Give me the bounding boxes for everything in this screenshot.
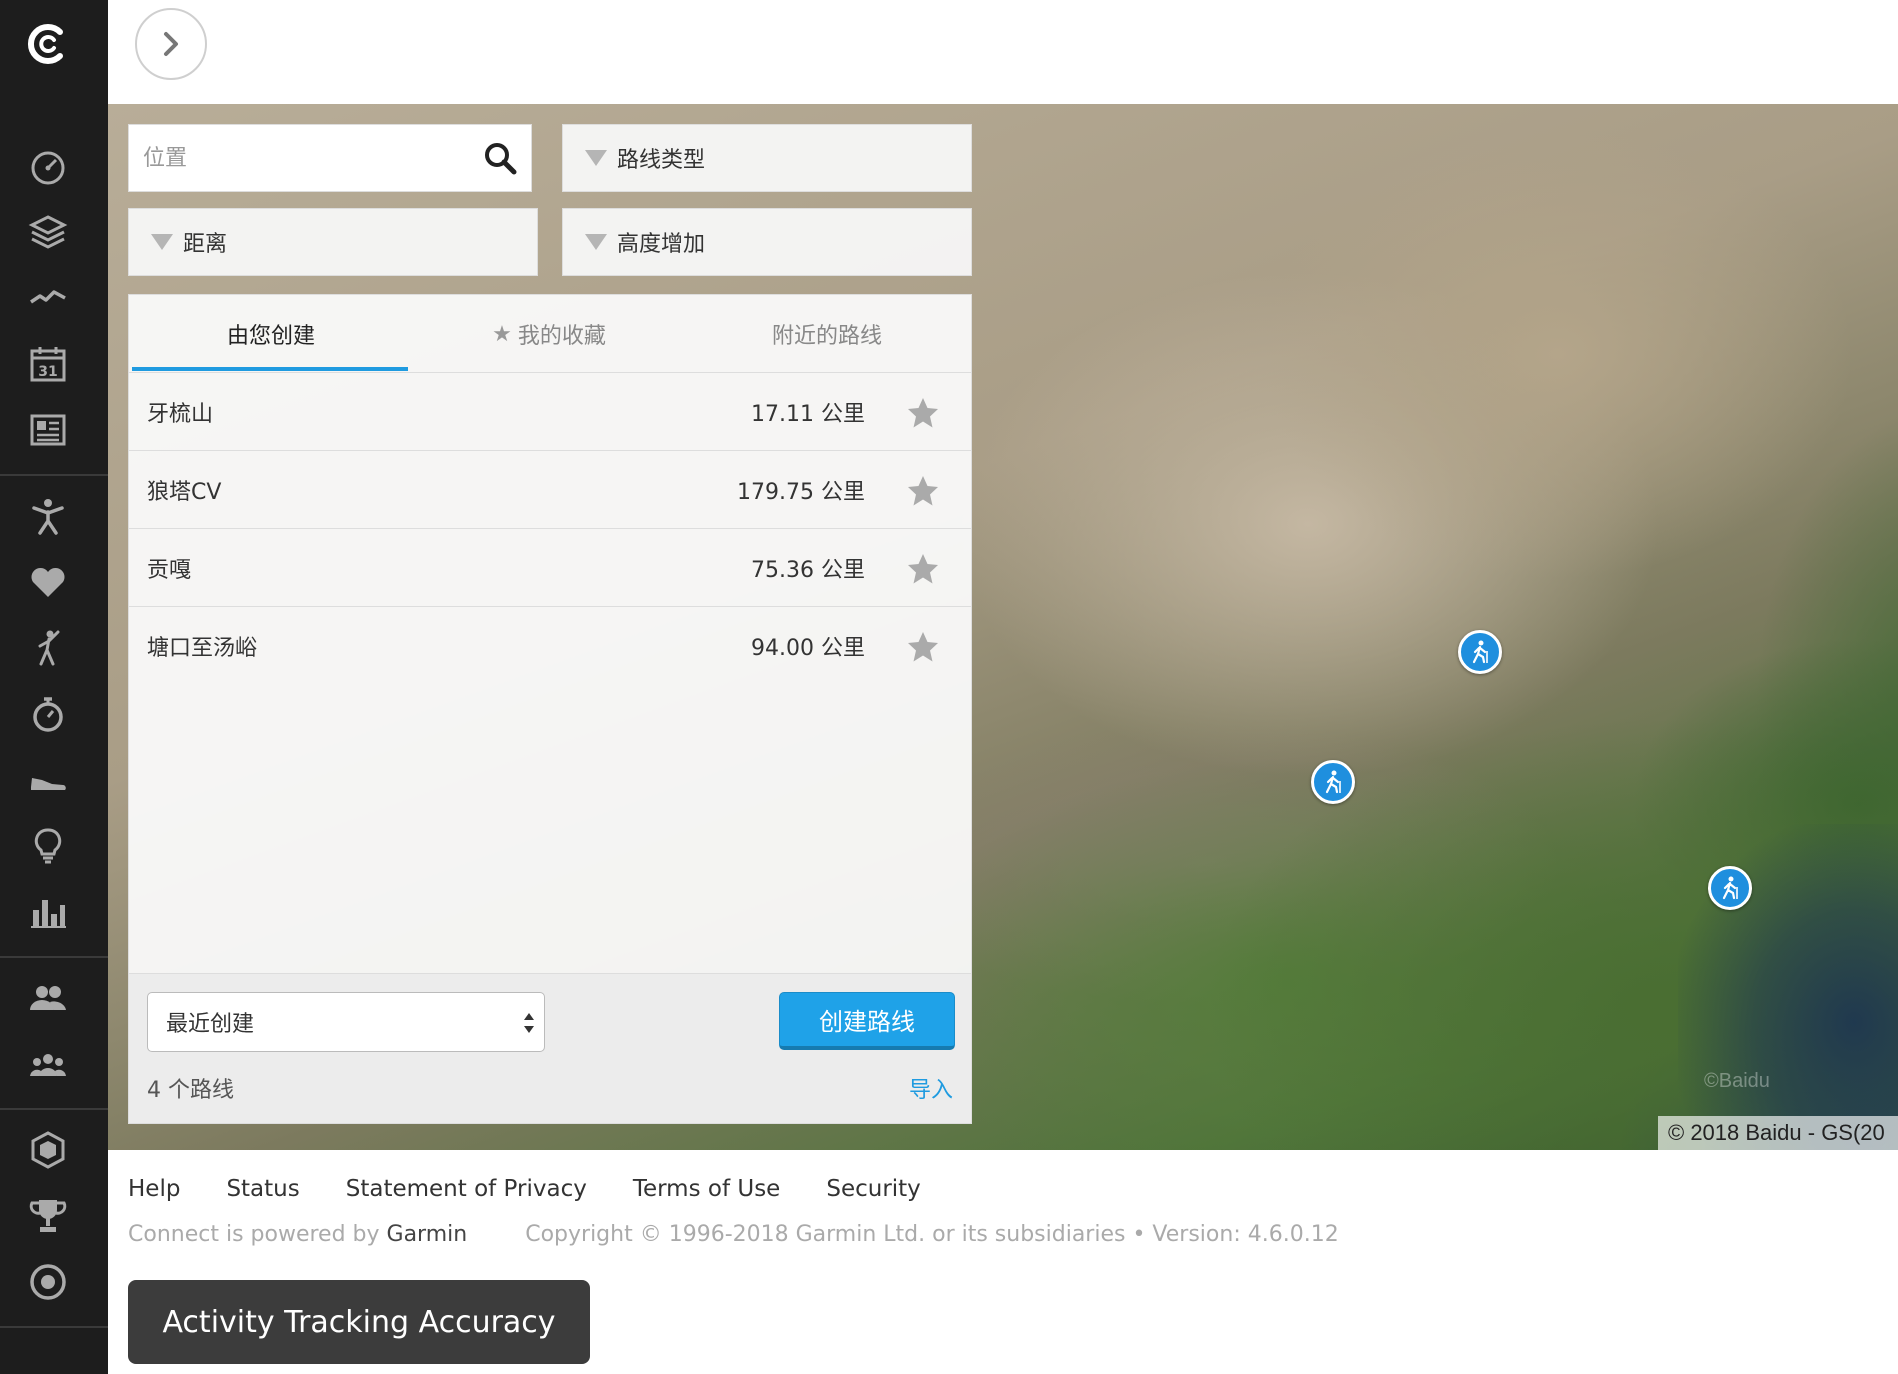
tab-label: 由您创建 bbox=[226, 324, 315, 349]
active-tab-indicator bbox=[132, 367, 408, 371]
map-sea bbox=[1678, 824, 1898, 1150]
top-bar bbox=[108, 0, 1898, 104]
sidebar-divider bbox=[0, 474, 108, 476]
route-name: 塘口至汤峪 bbox=[147, 636, 258, 661]
chevron-right-icon bbox=[164, 32, 178, 56]
tab-nearby-routes[interactable]: 附近的路线 bbox=[688, 295, 966, 373]
star-icon: ★ bbox=[492, 321, 512, 347]
footer-link-privacy[interactable]: Statement of Privacy bbox=[346, 1176, 587, 1202]
route-row[interactable]: 狼塔CV 179.75 公里 bbox=[129, 451, 971, 529]
route-type-filter-label: 路线类型 bbox=[617, 148, 706, 173]
route-row[interactable]: 塘口至汤峪 94.00 公里 bbox=[129, 607, 971, 685]
sidebar-divider bbox=[0, 956, 108, 958]
shoe-icon[interactable] bbox=[26, 758, 70, 802]
routes-panel: 由您创建 ★ 我的收藏 附近的路线 牙梳山 17.11 公里 狼塔CV 179.… bbox=[128, 294, 972, 1124]
hexagon-badge-icon[interactable] bbox=[26, 1128, 70, 1172]
garmin-link[interactable]: Garmin bbox=[387, 1222, 468, 1247]
footer-link-help[interactable]: Help bbox=[128, 1176, 180, 1202]
favorite-star-icon[interactable] bbox=[905, 629, 941, 665]
route-marker-hiking-icon[interactable] bbox=[1708, 866, 1752, 910]
sidebar: 31 bbox=[0, 0, 108, 1374]
tab-label: 我的收藏 bbox=[517, 324, 606, 349]
routes-tabs: 由您创建 ★ 我的收藏 附近的路线 bbox=[129, 295, 971, 373]
expand-sidebar-button[interactable] bbox=[135, 8, 207, 80]
footer-link-terms[interactable]: Terms of Use bbox=[633, 1176, 781, 1202]
route-distance: 179.75 公里 bbox=[737, 479, 865, 505]
route-row[interactable]: 牙梳山 17.11 公里 bbox=[129, 373, 971, 451]
person-stretch-icon[interactable] bbox=[26, 494, 70, 538]
location-search bbox=[128, 124, 532, 192]
route-name: 牙梳山 bbox=[147, 401, 214, 427]
route-marker-hiking-icon[interactable] bbox=[1311, 760, 1355, 804]
elevation-gain-filter-label: 高度增加 bbox=[617, 232, 706, 257]
footer-link-status[interactable]: Status bbox=[226, 1176, 299, 1202]
tab-label: 附近的路线 bbox=[771, 324, 882, 349]
group-icon[interactable] bbox=[26, 1042, 70, 1086]
stopwatch-icon[interactable] bbox=[26, 692, 70, 736]
target-icon[interactable] bbox=[26, 1260, 70, 1304]
map-watermark: ©Baidu bbox=[1704, 1070, 1770, 1092]
dropdown-triangle-icon bbox=[585, 150, 607, 166]
people-icon[interactable] bbox=[26, 976, 70, 1020]
route-distance: 17.11 公里 bbox=[751, 401, 865, 427]
distance-filter[interactable]: 距离 bbox=[128, 208, 538, 276]
sidebar-divider bbox=[0, 1326, 108, 1328]
tab-my-favorites[interactable]: ★ 我的收藏 bbox=[410, 295, 688, 373]
routes-panel-footer: 最近创建 创建路线 4 个路线 导入 bbox=[129, 973, 971, 1123]
location-search-input[interactable] bbox=[129, 125, 469, 191]
route-marker-hiking-icon[interactable] bbox=[1458, 630, 1502, 674]
activity-tracking-accuracy-button[interactable]: Activity Tracking Accuracy bbox=[128, 1280, 590, 1364]
lightbulb-icon[interactable] bbox=[26, 824, 70, 868]
footer-links: Help Status Statement of Privacy Terms o… bbox=[128, 1176, 967, 1202]
bar-chart-icon[interactable] bbox=[26, 890, 70, 934]
route-count: 4 个路线 bbox=[147, 1078, 234, 1103]
select-arrows-icon bbox=[524, 1013, 534, 1033]
news-icon[interactable] bbox=[26, 408, 70, 452]
gauge-icon[interactable] bbox=[26, 144, 70, 188]
favorite-star-icon[interactable] bbox=[905, 473, 941, 509]
tab-created-by-you[interactable]: 由您创建 bbox=[132, 295, 410, 373]
copyright-text: Copyright © 1996-2018 Garmin Ltd. or its… bbox=[525, 1222, 1339, 1247]
dropdown-triangle-icon bbox=[585, 234, 607, 250]
calendar-day-label: 31 bbox=[38, 364, 57, 380]
footer-link-security[interactable]: Security bbox=[826, 1176, 920, 1202]
activity-wave-icon[interactable] bbox=[26, 276, 70, 320]
route-type-filter[interactable]: 路线类型 bbox=[562, 124, 972, 192]
favorite-star-icon[interactable] bbox=[905, 551, 941, 587]
sort-select[interactable]: 最近创建 bbox=[147, 992, 545, 1052]
import-link[interactable]: 导入 bbox=[909, 1072, 953, 1104]
calendar-icon[interactable]: 31 bbox=[26, 342, 70, 386]
layers-icon[interactable] bbox=[26, 210, 70, 254]
route-name: 狼塔CV bbox=[147, 479, 222, 505]
heart-icon[interactable] bbox=[26, 560, 70, 604]
map-copyright: © 2018 Baidu - GS(20 bbox=[1658, 1116, 1898, 1150]
garmin-connect-logo-icon[interactable] bbox=[24, 22, 68, 66]
route-distance: 75.36 公里 bbox=[751, 557, 865, 583]
route-row[interactable]: 贡嘎 75.36 公里 bbox=[129, 529, 971, 607]
route-name: 贡嘎 bbox=[147, 557, 192, 583]
route-distance: 94.00 公里 bbox=[751, 636, 865, 661]
search-icon[interactable] bbox=[483, 141, 517, 175]
golfer-icon[interactable] bbox=[26, 626, 70, 670]
favorite-star-icon[interactable] bbox=[905, 395, 941, 431]
trophy-icon[interactable] bbox=[26, 1194, 70, 1238]
distance-filter-label: 距离 bbox=[183, 232, 228, 257]
powered-by-text: Connect is powered by bbox=[128, 1222, 380, 1247]
sort-select-value: 最近创建 bbox=[166, 1012, 255, 1037]
dropdown-triangle-icon bbox=[151, 234, 173, 250]
create-route-button[interactable]: 创建路线 bbox=[779, 992, 955, 1050]
sidebar-divider bbox=[0, 1108, 108, 1110]
elevation-gain-filter[interactable]: 高度增加 bbox=[562, 208, 972, 276]
footer-copyright: Connect is powered by Garmin Copyright ©… bbox=[128, 1222, 1339, 1247]
